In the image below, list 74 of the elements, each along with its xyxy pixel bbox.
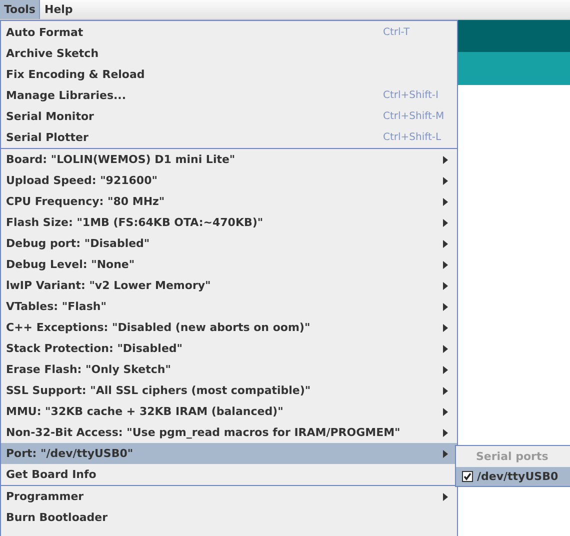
menu-item[interactable]: Auto Format Ctrl-T: [1, 22, 457, 43]
menu-item-label: Serial Monitor: [6, 110, 94, 123]
menu-item-label: Serial Plotter: [6, 131, 88, 144]
menu-item-label: Erase Flash: "Only Sketch": [6, 363, 171, 376]
menu-item[interactable]: Debug Level: "None": [1, 254, 457, 275]
menu-item[interactable]: Flash Size: "1MB (FS:64KB OTA:~470KB)": [1, 212, 457, 233]
menu-item-label: Debug Level: "None": [6, 258, 135, 271]
menu-item[interactable]: Programmer: [1, 486, 457, 507]
submenu-arrow-icon: [443, 218, 448, 226]
menu-item[interactable]: lwIP Variant: "v2 Lower Memory": [1, 275, 457, 296]
submenu-arrow-icon: [443, 260, 448, 268]
menu-item-label: lwIP Variant: "v2 Lower Memory": [6, 279, 211, 292]
menu-item[interactable]: Serial Plotter Ctrl+Shift-L: [1, 127, 457, 148]
menu-item-label: Port: "/dev/ttyUSB0": [6, 447, 134, 460]
menu-item[interactable]: Serial Monitor Ctrl+Shift-M: [1, 106, 457, 127]
menu-item[interactable]: Port: "/dev/ttyUSB0": [1, 443, 457, 464]
shortcut-label: Ctrl-T: [383, 27, 410, 38]
menu-item[interactable]: Get Board Info: [1, 464, 457, 485]
shortcut-label: Ctrl+Shift-L: [383, 132, 442, 143]
menu-item[interactable]: Erase Flash: "Only Sketch": [1, 359, 457, 380]
submenu-header: Serial ports: [475, 449, 550, 465]
menu-item-label: Get Board Info: [6, 468, 96, 481]
shortcut-label: Ctrl+Shift-M: [383, 111, 444, 122]
menu-item-label: Archive Sketch: [6, 47, 99, 60]
menu-item-label: C++ Exceptions: "Disabled (new aborts on oom)": [6, 321, 310, 334]
submenu-arrow-icon: [443, 240, 448, 248]
menu-item[interactable]: Stack Protection: "Disabled": [1, 338, 457, 359]
menu-item-label: Flash Size: "1MB (FS:64KB OTA:~470KB)": [6, 216, 264, 229]
submenu-arrow-icon: [443, 302, 448, 310]
submenu-arrow-icon: [443, 366, 448, 374]
menu-item[interactable]: Board: "LOLIN(WEMOS) D1 mini Lite": [1, 149, 457, 170]
menu-bar-item[interactable]: Tools: [0, 0, 40, 19]
submenu-arrow-icon: [443, 408, 448, 416]
submenu-arrow-icon: [443, 450, 448, 458]
shortcut-label: Ctrl+Shift-I: [383, 90, 438, 101]
menu-item[interactable]: Non-32-Bit Access: "Use pgm_read macros for IRAM/PROGMEM": [1, 422, 457, 443]
menu-item-label: Programmer: [6, 490, 84, 503]
menu-item-label: Debug port: "Disabled": [6, 237, 150, 250]
menu-item-label: Auto Format: [6, 26, 84, 39]
submenu-arrow-icon: [443, 492, 448, 500]
menu-item-label: Upload Speed: "921600": [6, 174, 158, 187]
menu-item[interactable]: Upload Speed: "921600": [1, 170, 457, 191]
menu-item[interactable]: VTables: "Flash": [1, 296, 457, 317]
menu-item-label: MMU: "32KB cache + 32KB IRAM (balanced)": [6, 405, 284, 418]
submenu-arrow-icon: [443, 386, 448, 394]
menu-item-label: VTables: "Flash": [6, 300, 106, 313]
menu-item-label: CPU Frequency: "80 MHz": [6, 195, 165, 208]
menu-item[interactable]: Manage Libraries... Ctrl+Shift-I: [1, 85, 457, 106]
submenu-arrow-icon: [443, 344, 448, 352]
menu-item[interactable]: C++ Exceptions: "Disabled (new aborts on oom)": [1, 317, 457, 338]
menu-item-label: Manage Libraries...: [6, 89, 126, 102]
menu-item-label: Fix Encoding & Reload: [6, 68, 145, 81]
menu-item[interactable]: Fix Encoding & Reload: [1, 64, 457, 85]
submenu-arrow-icon: [443, 428, 448, 436]
menu-item[interactable]: Archive Sketch: [1, 43, 457, 64]
menu-item-label: Non-32-Bit Access: "Use pgm_read macros for IRAM/PROGMEM": [6, 426, 400, 439]
menu-item-label: Stack Protection: "Disabled": [6, 342, 183, 355]
menu-item-label: Burn Bootloader: [6, 511, 108, 524]
submenu-arrow-icon: [443, 198, 448, 206]
menu-item-label: SSL Support: "All SSL ciphers (most compatible)": [6, 384, 311, 397]
submenu-item-label: /dev/ttyUSB0: [477, 470, 558, 483]
submenu-arrow-icon: [443, 156, 448, 164]
menu-bar-item[interactable]: Help: [40, 0, 77, 19]
submenu-arrow-icon: [443, 324, 448, 332]
menu-item[interactable]: Debug port: "Disabled": [1, 233, 457, 254]
menu-item[interactable]: MMU: "32KB cache + 32KB IRAM (balanced)": [1, 401, 457, 422]
submenu-item[interactable]: /dev/ttyUSB0: [456, 467, 570, 486]
checkbox-icon[interactable]: [462, 471, 473, 482]
submenu-arrow-icon: [443, 176, 448, 184]
menu-item-label: Board: "LOLIN(WEMOS) D1 mini Lite": [6, 153, 236, 166]
menu-item[interactable]: SSL Support: "All SSL ciphers (most compatible)": [1, 380, 457, 401]
menu-item[interactable]: Burn Bootloader: [1, 507, 457, 528]
submenu-arrow-icon: [443, 282, 448, 290]
menu-item[interactable]: CPU Frequency: "80 MHz": [1, 191, 457, 212]
